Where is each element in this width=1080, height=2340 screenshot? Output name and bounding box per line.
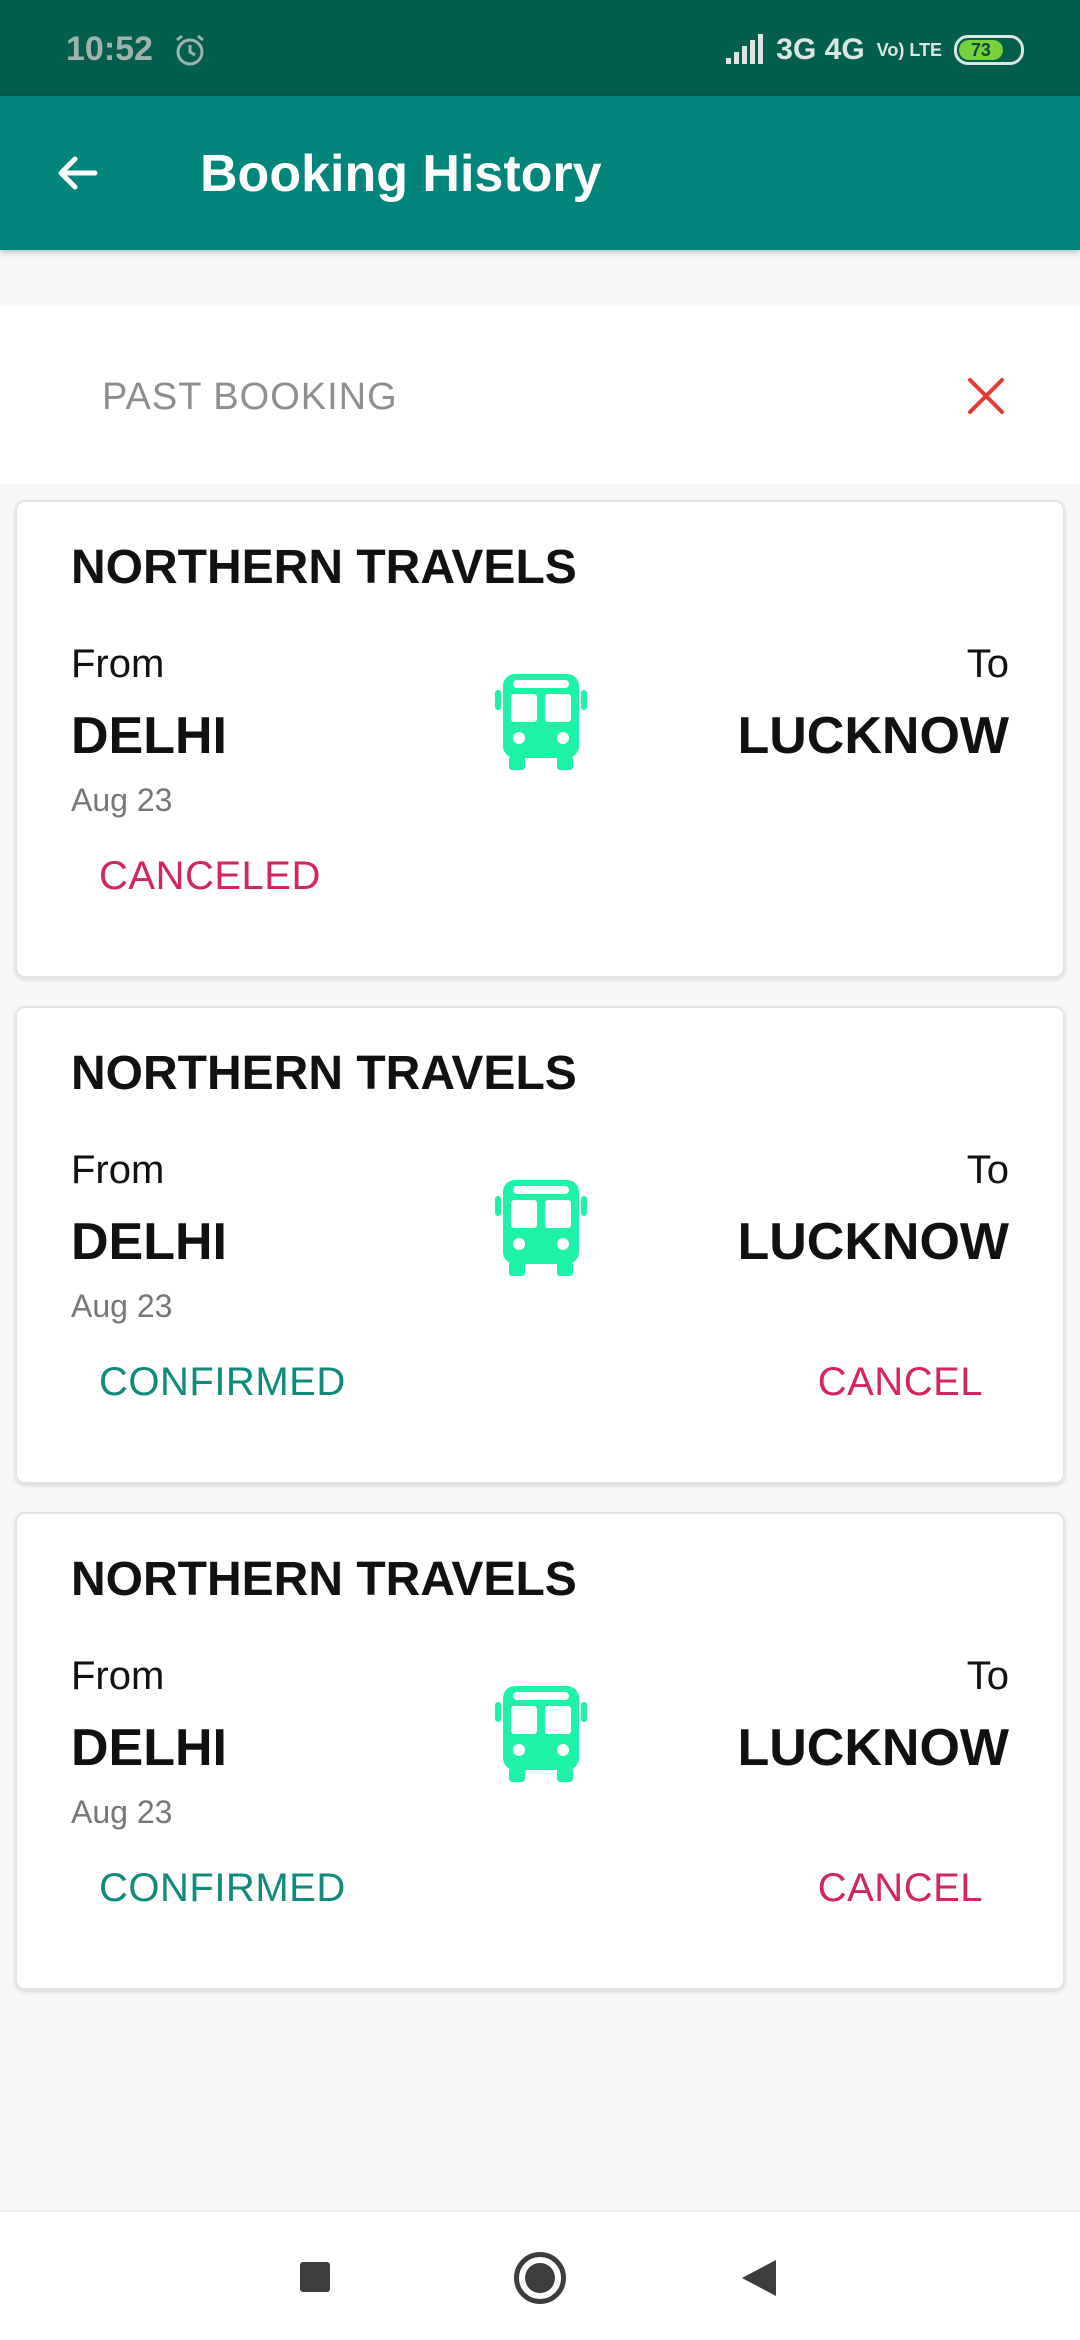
to-city: LUCKNOW <box>737 707 1009 765</box>
from-city: DELHI <box>71 1213 227 1271</box>
alarm-icon <box>176 34 204 66</box>
from-label: From <box>71 1654 165 1698</box>
nav-back-button[interactable] <box>742 2260 776 2296</box>
home-button[interactable] <box>514 2252 566 2304</box>
travel-date: Aug 23 <box>71 1288 173 1324</box>
recents-button[interactable] <box>300 2262 330 2292</box>
battery-icon: 73 <box>954 35 1024 65</box>
to-city: LUCKNOW <box>737 1719 1009 1777</box>
from-city: DELHI <box>71 1719 227 1777</box>
close-button[interactable] <box>958 368 1014 424</box>
section-title: PAST BOOKING <box>102 376 398 418</box>
to-label: To <box>966 1654 1009 1698</box>
bus-icon <box>495 1686 587 1782</box>
cancel-button[interactable]: CANCEL <box>818 1860 983 1917</box>
to-city: LUCKNOW <box>737 1213 1009 1271</box>
status-bar: 10:52 3G 4G Vo) LTE 73 <box>0 0 1080 96</box>
volte-label: Vo) LTE <box>876 40 942 60</box>
booking-status: CANCELED <box>99 854 321 898</box>
from-city: DELHI <box>71 707 227 765</box>
cancel-button[interactable]: CANCEL <box>818 1354 983 1411</box>
from-label: From <box>71 642 165 686</box>
battery-level: 73 <box>959 40 1003 60</box>
close-icon <box>968 378 1004 414</box>
travel-date: Aug 23 <box>71 1794 173 1830</box>
company-name: NORTHERN TRAVELS <box>71 541 577 594</box>
status-time: 10:52 <box>66 30 153 68</box>
past-booking-header: PAST BOOKING <box>0 306 1080 484</box>
network-type: 3G 4G <box>776 33 865 66</box>
booking-status: CONFIRMED <box>99 1866 346 1910</box>
arrow-left-icon <box>58 156 98 190</box>
back-button[interactable] <box>40 136 114 210</box>
travel-date: Aug 23 <box>71 782 173 818</box>
system-nav-bar <box>0 2210 1080 2340</box>
home-icon <box>525 2263 555 2293</box>
booking-card[interactable]: NORTHERN TRAVELS From To DELHI LUCKNOW A… <box>15 500 1065 978</box>
page-title: Booking History <box>200 145 602 203</box>
signal-icon <box>726 34 764 64</box>
bus-icon <box>495 1180 587 1276</box>
app-bar: Booking History <box>0 96 1080 250</box>
company-name: NORTHERN TRAVELS <box>71 1047 577 1100</box>
company-name: NORTHERN TRAVELS <box>71 1553 577 1606</box>
from-label: From <box>71 1148 165 1192</box>
to-label: To <box>966 1148 1009 1192</box>
booking-card[interactable]: NORTHERN TRAVELS From To DELHI LUCKNOW A… <box>15 1512 1065 1990</box>
booking-card[interactable]: NORTHERN TRAVELS From To DELHI LUCKNOW A… <box>15 1006 1065 1484</box>
bus-icon <box>495 674 587 770</box>
to-label: To <box>966 642 1009 686</box>
booking-status: CONFIRMED <box>99 1360 346 1404</box>
status-indicators: 3G 4G Vo) LTE 73 <box>724 30 1024 70</box>
